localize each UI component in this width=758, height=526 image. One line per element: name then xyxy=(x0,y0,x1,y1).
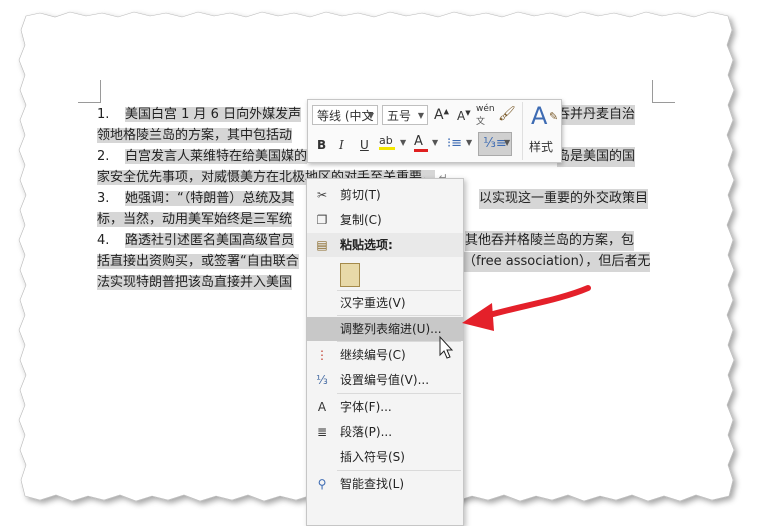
menu-item-label: 复制(C) xyxy=(340,213,382,227)
paste-icon: ▤ xyxy=(316,238,328,252)
menu-item-label: 剪切(T) xyxy=(340,188,381,202)
doc-line-5[interactable]: 3. 她强调：“（特朗普）总统及其 以实现这一重要的外交政策目 xyxy=(97,189,649,209)
font-icon: A xyxy=(317,400,327,414)
underline-button[interactable]: U xyxy=(360,138,369,152)
list-text: 她强调：“（特朗普）总统及其 xyxy=(125,191,295,206)
chevron-down-icon[interactable]: ▼ xyxy=(466,138,472,147)
doc-line-3[interactable]: 2. 白宫发言人莱维特在给美国媒的 岛是美国的国 xyxy=(97,147,636,167)
menu-item-adjust-list-indents[interactable]: 调整列表缩进(U)... xyxy=(307,317,463,341)
keep-text-only-icon xyxy=(340,263,360,287)
menu-item-insert-symbol[interactable]: 插入符号(S) xyxy=(307,445,463,469)
menu-item-label: 继续编号(C) xyxy=(340,348,406,362)
menu-item-set-numbering-value[interactable]: ⅓ 设置编号值(V)... xyxy=(307,368,463,392)
list-text-tail: 吞并丹麦自治 xyxy=(557,105,636,125)
menu-item-label: 插入符号(S) xyxy=(340,450,405,464)
menu-item-cut[interactable]: ✂ 剪切(T) xyxy=(307,183,463,207)
doc-line-7[interactable]: 4. 路透社引述匿名美国高级官员 其他吞并格陵兰岛的方案，包 xyxy=(97,231,635,251)
continue-numbering-icon: ⋮ xyxy=(316,348,328,362)
menu-item-reconvert[interactable]: 汉字重选(V) xyxy=(307,291,463,315)
list-text: 路透社引述匿名美国高级官员 xyxy=(125,233,295,248)
doc-line-6[interactable]: 标，当然，动用美军始终是三军统 ” xyxy=(97,210,464,230)
doc-line-1[interactable]: 1. 美国白宫 1 月 6 日向外媒发声 吞并丹麦自治 xyxy=(97,105,636,125)
menu-separator xyxy=(337,393,461,394)
list-text: 领地格陵兰岛的方案，其中包括动 xyxy=(97,128,293,143)
list-text-tail: 其他吞并格陵兰岛的方案，包 xyxy=(465,231,635,251)
styles-icon: A xyxy=(531,102,548,130)
phonetic-guide-button[interactable]: wén 文 xyxy=(476,104,495,127)
menu-item-label: 字体(F)... xyxy=(340,400,392,414)
chevron-down-icon[interactable]: ▼ xyxy=(400,138,406,147)
styles-label: 样式 xyxy=(529,140,554,154)
doc-line-8[interactable]: 括直接出资购买，或签署“自由联合 （free association），但后者无 xyxy=(97,252,651,272)
list-text-tail: （free association），但后者无 xyxy=(463,252,651,272)
bullets-icon[interactable]: ⁝≡ xyxy=(447,136,462,151)
font-size-dropdown[interactable]: 五号 ▼ xyxy=(382,105,428,125)
menu-item-continue-numbering[interactable]: ⋮ 继续编号(C) xyxy=(307,343,463,367)
list-text-tail: 岛是美国的国 xyxy=(557,147,636,167)
menu-item-label: 调整列表缩进(U)... xyxy=(340,322,442,336)
list-text: 标，当然，动用美军始终是三军统 xyxy=(97,212,293,227)
menu-item-label: 段落(P)... xyxy=(340,425,393,439)
styles-button[interactable]: A ✎ 样式 xyxy=(522,102,561,160)
list-number: 1. xyxy=(97,107,110,122)
list-number: 4. xyxy=(97,233,110,248)
menu-item-smart-lookup[interactable]: ⚲ 智能查找(L) xyxy=(307,472,463,496)
menu-item-paragraph[interactable]: ≣ 段落(P)... xyxy=(307,420,463,444)
menu-item-font[interactable]: A 字体(F)... xyxy=(307,395,463,419)
list-text: 白宫发言人莱维特在给美国媒的 xyxy=(125,149,308,164)
margin-corner-top-left xyxy=(78,80,101,103)
bold-button[interactable]: B xyxy=(317,138,326,152)
doc-line-9[interactable]: 法实现特朗普把该岛直接并入美国 xyxy=(97,273,293,293)
chevron-down-icon[interactable]: ▼ xyxy=(432,138,438,147)
margin-corner-top-right xyxy=(652,80,675,103)
smart-lookup-icon: ⚲ xyxy=(317,477,327,491)
font-size-value: 五号 xyxy=(387,109,412,123)
paste-keep-text-only-button[interactable] xyxy=(307,259,463,289)
format-painter-icon[interactable]: 🖌 xyxy=(498,106,516,122)
menu-item-label: 设置编号值(V)... xyxy=(340,373,430,387)
scissors-icon: ✂ xyxy=(316,188,328,202)
list-text-tail: 以实现这一重要的外交政策目 xyxy=(479,189,649,209)
italic-button[interactable]: I xyxy=(339,138,344,152)
list-number: 3. xyxy=(97,191,110,206)
list-text: 括直接出资购买，或签署“自由联合 xyxy=(97,254,299,269)
menu-item-label: 粘贴选项: xyxy=(340,238,393,252)
menu-separator xyxy=(337,470,461,471)
highlight-button[interactable]: ab xyxy=(379,134,395,150)
doc-line-2[interactable]: 领地格陵兰岛的方案，其中包括动 xyxy=(97,126,293,146)
set-numbering-value-icon: ⅓ xyxy=(316,373,328,387)
menu-item-paste-options: ▤ 粘贴选项: xyxy=(307,233,463,257)
chevron-down-icon: ▼ xyxy=(417,111,424,120)
menu-item-copy[interactable]: ❐ 复制(C) xyxy=(307,208,463,232)
chevron-down-icon[interactable]: ▼ xyxy=(504,138,510,147)
chevron-down-icon: ▼ xyxy=(367,111,374,120)
shrink-font-button[interactable]: A▼ xyxy=(457,109,471,123)
menu-separator xyxy=(337,315,461,316)
font-name-value: 等线 (中文 xyxy=(317,109,374,123)
menu-item-label: 汉字重选(V) xyxy=(340,296,406,310)
font-color-button[interactable]: A xyxy=(414,134,428,152)
mini-toolbar: 等线 (中文 ▼ 五号 ▼ A▲ A▼ wén 文 🖌 A ✎ 样式 B I U … xyxy=(307,99,562,163)
list-number: 2. xyxy=(97,149,110,164)
menu-item-label: 智能查找(L) xyxy=(340,477,405,491)
list-text: 美国白宫 1 月 6 日向外媒发声 xyxy=(125,107,302,122)
brush-icon: ✎ xyxy=(549,110,559,123)
paragraph-icon: ≣ xyxy=(316,425,328,439)
menu-separator xyxy=(337,341,461,342)
grow-font-button[interactable]: A▲ xyxy=(434,107,449,123)
font-name-dropdown[interactable]: 等线 (中文 ▼ xyxy=(312,105,378,125)
copy-icon: ❐ xyxy=(316,213,328,227)
list-text: 法实现特朗普把该岛直接并入美国 xyxy=(97,275,293,290)
context-menu: ✂ 剪切(T) ❐ 复制(C) ▤ 粘贴选项: 汉字重选(V) 调整列表缩进(U… xyxy=(306,178,464,526)
